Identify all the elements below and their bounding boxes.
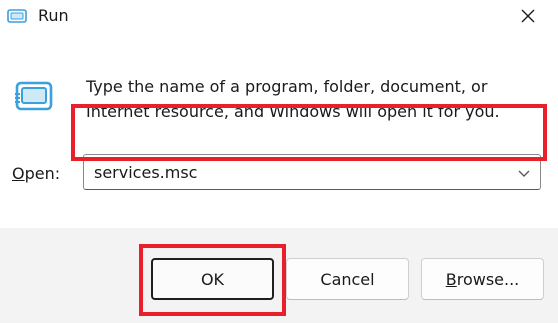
browse-label: rowse... xyxy=(456,269,520,289)
cancel-button[interactable]: Cancel xyxy=(286,258,409,300)
dialog-description: Type the name of a program, folder, docu… xyxy=(86,77,500,121)
open-label-text: pen: xyxy=(24,164,61,183)
run-app-icon xyxy=(14,80,54,114)
title-bar: Run xyxy=(0,0,558,36)
dialog-body: Type the name of a program, folder, docu… xyxy=(0,36,558,228)
browse-accesskey: B xyxy=(445,269,457,289)
button-bar: OK Cancel Browse... xyxy=(0,228,558,323)
window-title: Run xyxy=(38,6,69,25)
close-icon xyxy=(521,8,535,27)
chevron-down-icon xyxy=(517,163,531,182)
close-button[interactable] xyxy=(508,0,548,34)
ok-button[interactable]: OK xyxy=(151,258,274,300)
browse-button[interactable]: Browse... xyxy=(421,258,544,300)
run-dialog: Run Type the name of a program, folder, … xyxy=(0,0,558,323)
open-field[interactable] xyxy=(83,154,541,190)
open-input[interactable] xyxy=(84,155,504,189)
dropdown-button[interactable] xyxy=(516,164,532,180)
open-label-accesskey: O xyxy=(12,164,25,183)
run-app-icon xyxy=(7,8,27,23)
open-label: Open: xyxy=(12,163,60,185)
